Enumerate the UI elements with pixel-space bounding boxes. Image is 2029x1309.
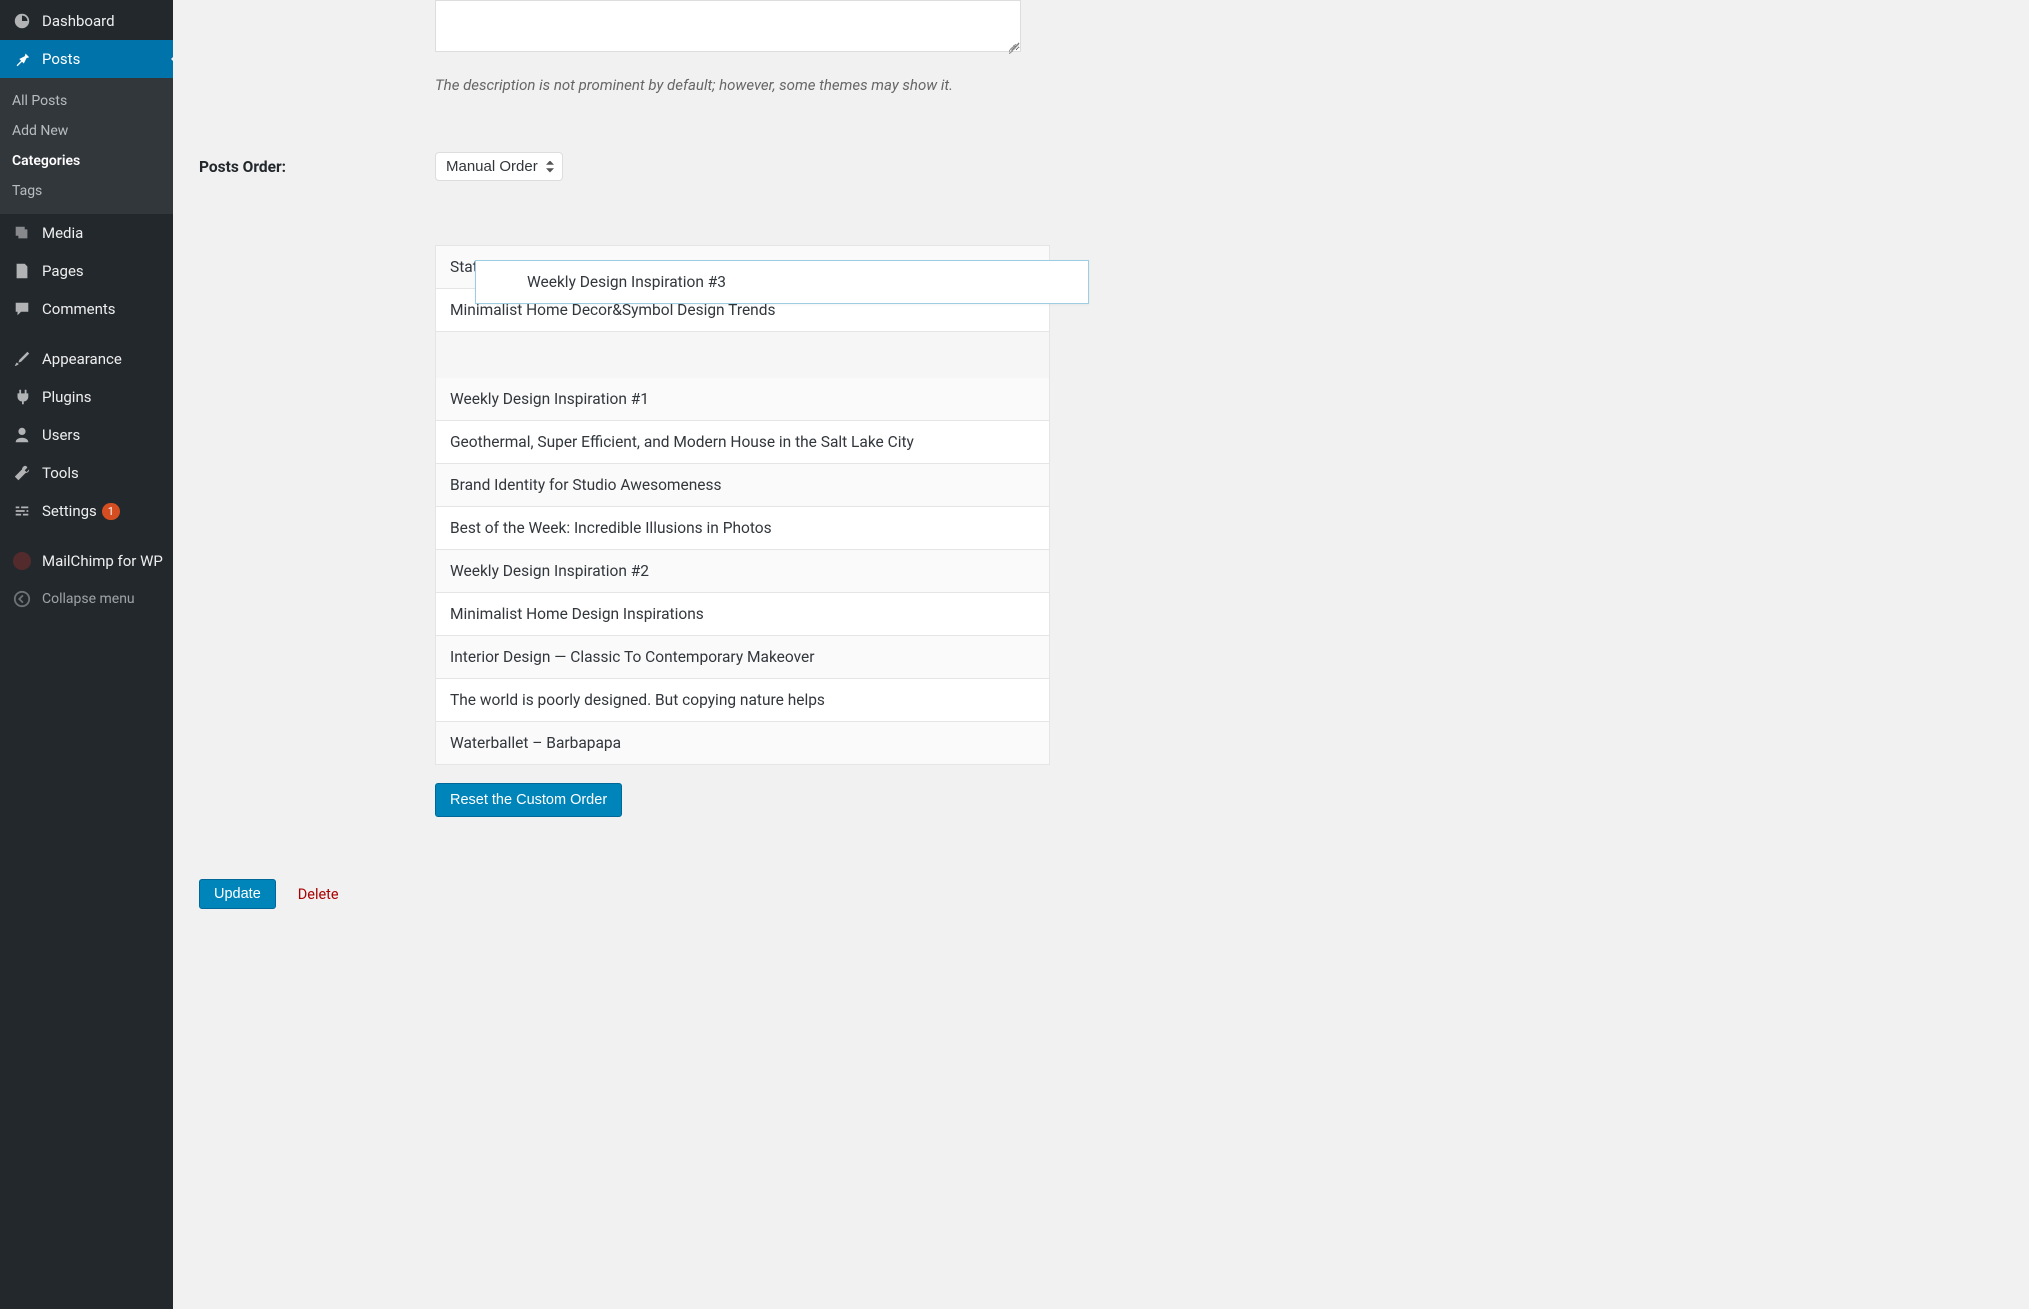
sortable-item[interactable]: Weekly Design Inspiration #2 [435, 550, 1050, 593]
admin-sidebar: Dashboard Posts All PostsAdd NewCategori… [0, 0, 173, 1309]
nav-media[interactable]: Media [0, 214, 173, 252]
mailchimp-icon [12, 551, 32, 571]
update-button[interactable]: Update [199, 879, 276, 909]
dashboard-icon [12, 11, 32, 31]
settings-badge: 1 [102, 503, 120, 520]
nav-dashboard[interactable]: Dashboard [0, 2, 173, 40]
nav-dashboard-label: Dashboard [42, 12, 115, 30]
sub-item[interactable]: Categories [0, 146, 173, 176]
sortable-item[interactable]: Waterballet – Barbapapa [435, 722, 1050, 765]
user-icon [12, 425, 32, 445]
nav-mailchimp[interactable]: MailChimp for WP [0, 542, 173, 580]
sortable-item[interactable]: Best of the Week: Incredible Illusions i… [435, 507, 1050, 550]
description-help-text: The description is not prominent by defa… [435, 76, 2003, 94]
nav-posts-label: Posts [42, 50, 80, 68]
nav-tools-label: Tools [42, 464, 79, 482]
drop-placeholder [435, 332, 1050, 378]
nav-tools[interactable]: Tools [0, 454, 173, 492]
dragging-item[interactable]: Weekly Design Inspiration #3 [475, 260, 1089, 304]
media-icon [12, 223, 32, 243]
sortable-item[interactable]: Geothermal, Super Efficient, and Modern … [435, 421, 1050, 464]
description-textarea[interactable] [435, 0, 1021, 52]
posts-submenu: All PostsAdd NewCategoriesTags [0, 78, 173, 214]
comments-icon [12, 299, 32, 319]
collapse-label: Collapse menu [42, 591, 135, 607]
nav-comments[interactable]: Comments [0, 290, 173, 328]
sortable-item[interactable]: Interior Design — Classic To Contemporar… [435, 636, 1050, 679]
nav-users-label: Users [42, 426, 80, 444]
nav-mailchimp-label: MailChimp for WP [42, 552, 163, 570]
nav-appearance[interactable]: Appearance [0, 340, 173, 378]
sub-item[interactable]: All Posts [0, 86, 173, 116]
posts-order-label: Posts Order: [199, 158, 435, 176]
nav-media-label: Media [42, 224, 83, 242]
pages-icon [12, 261, 32, 281]
nav-posts[interactable]: Posts [0, 40, 173, 78]
brush-icon [12, 349, 32, 369]
nav-settings-label: Settings [42, 502, 97, 520]
collapse-menu[interactable]: Collapse menu [0, 580, 173, 618]
posts-order-select[interactable]: Manual Order [435, 152, 563, 181]
pin-icon [12, 49, 32, 69]
posts-sortable-list[interactable]: States of MatterMinimalist Home Decor&Sy… [435, 245, 1050, 765]
delete-link[interactable]: Delete [298, 886, 339, 903]
main-content: The description is not prominent by defa… [173, 0, 2029, 1309]
nav-users[interactable]: Users [0, 416, 173, 454]
sub-item[interactable]: Tags [0, 176, 173, 206]
plug-icon [12, 387, 32, 407]
reset-order-button[interactable]: Reset the Custom Order [435, 783, 622, 817]
nav-plugins[interactable]: Plugins [0, 378, 173, 416]
nav-comments-label: Comments [42, 300, 116, 318]
sortable-item[interactable]: Minimalist Home Design Inspirations [435, 593, 1050, 636]
nav-pages[interactable]: Pages [0, 252, 173, 290]
nav-settings[interactable]: Settings 1 [0, 492, 173, 530]
sliders-icon [12, 501, 32, 521]
wrench-icon [12, 463, 32, 483]
sub-item[interactable]: Add New [0, 116, 173, 146]
nav-pages-label: Pages [42, 262, 84, 280]
sortable-item[interactable]: The world is poorly designed. But copyin… [435, 679, 1050, 722]
nav-appearance-label: Appearance [42, 350, 122, 368]
sortable-item[interactable]: Weekly Design Inspiration #1 [435, 378, 1050, 421]
collapse-icon [12, 589, 32, 609]
sortable-item[interactable]: Brand Identity for Studio Awesomeness [435, 464, 1050, 507]
dragging-item-label: Weekly Design Inspiration #3 [527, 273, 726, 291]
nav-plugins-label: Plugins [42, 388, 91, 406]
